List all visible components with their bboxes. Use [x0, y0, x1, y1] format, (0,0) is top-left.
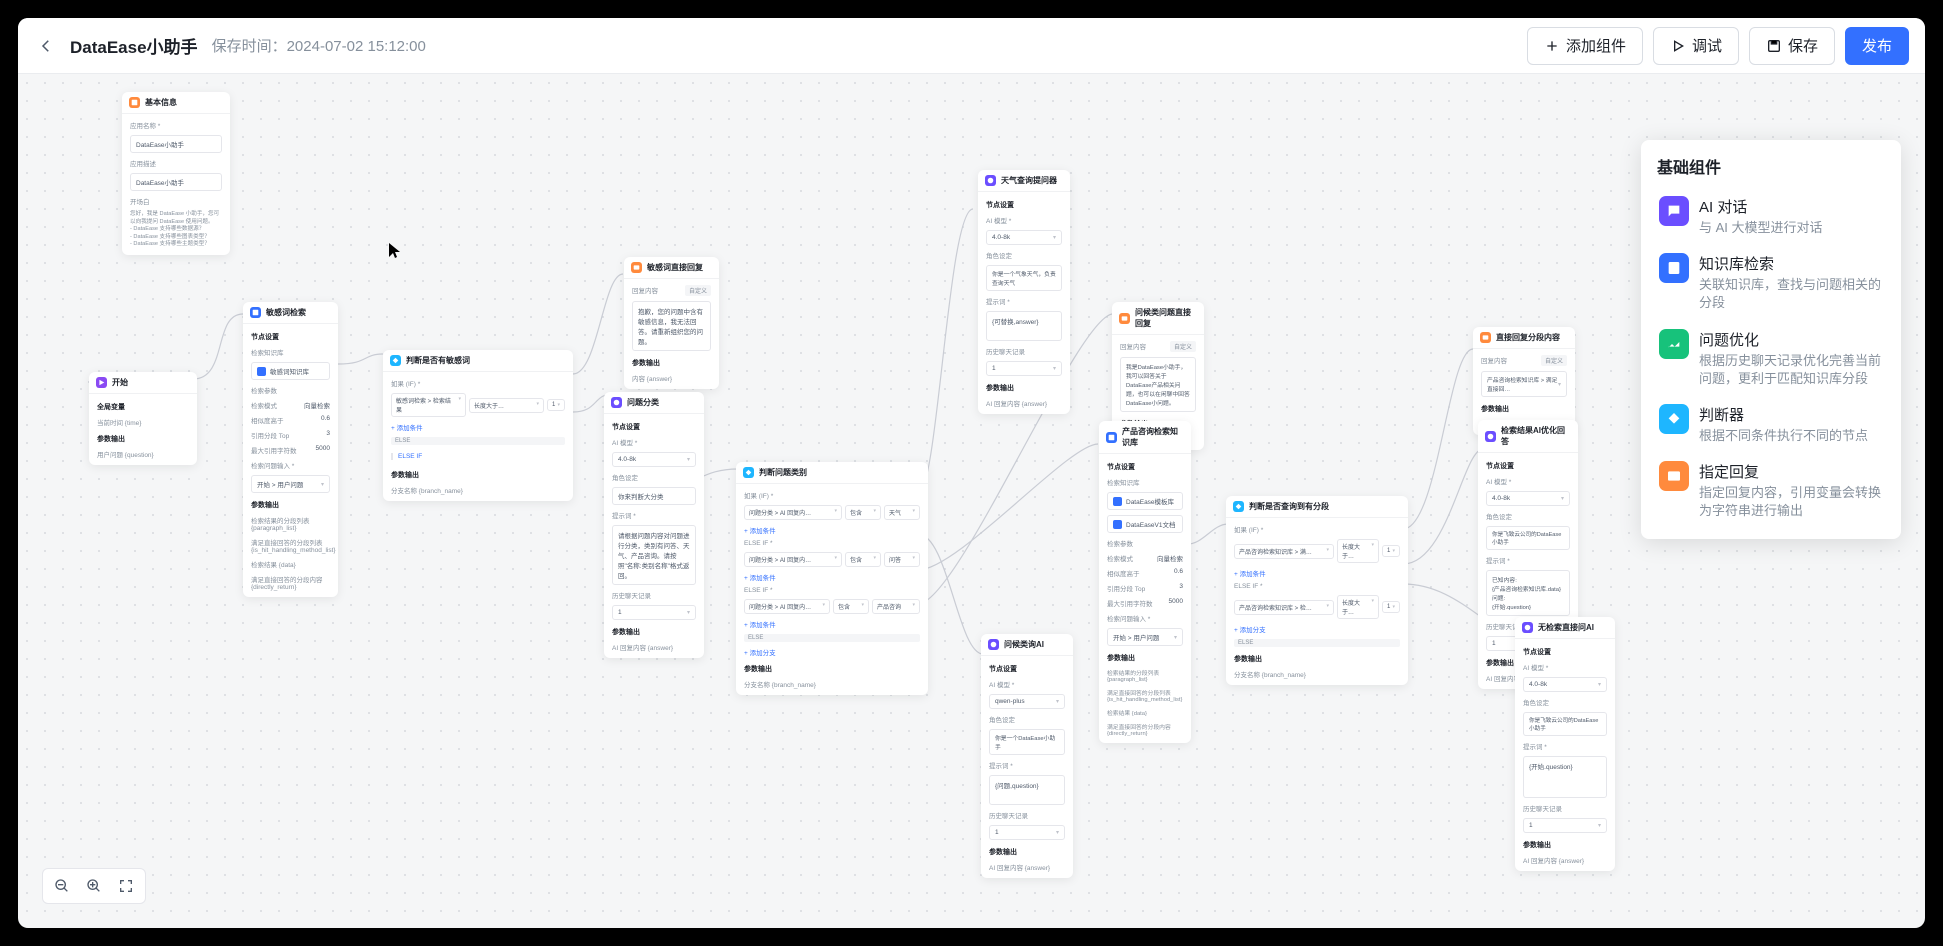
node-classify[interactable]: 问题分类 节点设置 AI 模型 * 4.0-8k 角色设定 你来判断大分类 提示…	[604, 392, 704, 658]
component-panel: 基础组件 AI 对话与 AI 大模型进行对话 知识库检索关联知识库，查找与问题相…	[1641, 140, 1901, 539]
debug-button[interactable]: 调试	[1653, 27, 1739, 65]
reply-icon	[1480, 332, 1491, 343]
zoom-in-icon	[86, 878, 102, 894]
arrow-left-icon	[37, 37, 55, 55]
info-icon	[129, 97, 140, 108]
node-start[interactable]: 开始 全局变量 当前时间 {time} 参数输出 用户问题 {question}	[89, 372, 197, 465]
ai-icon	[1485, 431, 1496, 442]
zoom-in-button[interactable]	[83, 875, 105, 897]
kb-icon	[250, 307, 261, 318]
zoom-controls	[42, 868, 146, 904]
judge-icon	[390, 355, 401, 366]
reply-icon	[1119, 313, 1130, 324]
node-judge-category[interactable]: 判断问题类别 如果 (IF) * 问题分类 > AI 回复内…包含天气 + 添加…	[736, 462, 928, 695]
panel-item-optimize[interactable]: 问题优化根据历史聊天记录优化完善当前问题，更利于匹配知识库分段	[1653, 321, 1889, 396]
node-sensitive-kb[interactable]: 敏感词检索 节点设置 检索知识库 敏感词知识库 检索参数 检索模式向量检索 相似…	[243, 302, 338, 597]
judge-icon	[1659, 404, 1689, 434]
reply-icon	[631, 262, 642, 273]
save-icon	[1766, 38, 1782, 54]
ai-icon	[985, 175, 996, 186]
play-icon	[1670, 38, 1686, 54]
mouse-cursor-icon	[388, 242, 402, 260]
save-button[interactable]: 保存	[1749, 27, 1835, 65]
fit-icon	[118, 878, 134, 894]
panel-item-reply[interactable]: 指定回复指定回复内容，引用变量会转换为字符串进行输出	[1653, 453, 1889, 528]
node-judge-sensitive[interactable]: 判断是否有敏感词 如果 (IF) * 敏感词检索 > 检索结果长度大于…1 + …	[383, 350, 573, 501]
ai-icon	[611, 397, 622, 408]
node-weather[interactable]: 天气查询提问器 节点设置 AI 模型 * 4.0-8k 角色设定 你是一个气象天…	[978, 170, 1070, 414]
flow-canvas[interactable]: 基本信息 应用名称 * DataEase小助手 应用描述 DataEase小助手…	[18, 74, 1925, 928]
publish-button[interactable]: 发布	[1845, 27, 1909, 65]
judge-icon	[743, 467, 754, 478]
start-icon	[96, 377, 107, 388]
kb-icon	[1106, 432, 1117, 443]
panel-title: 基础组件	[1653, 154, 1889, 178]
panel-item-judge[interactable]: 判断器根据不同条件执行不同的节点	[1653, 396, 1889, 453]
panel-item-kb-search[interactable]: 知识库检索关联知识库，查找与问题相关的分段	[1653, 245, 1889, 320]
zoom-out-icon	[54, 878, 70, 894]
node-judge-has-paragraph[interactable]: 判断是否查询到有分段 如果 (IF) * 产品咨询检索知识库 > 满…长度大于……	[1226, 496, 1408, 685]
save-time: 保存时间：2024-07-02 15:12:00	[212, 35, 426, 56]
ai-icon	[1522, 622, 1533, 633]
fit-view-button[interactable]	[115, 875, 137, 897]
node-sensitive-reply[interactable]: 敏感词直接回复 回复内容自定义 抱歉，您的问题中含有敏感信息，我无法回答。请重新…	[624, 257, 719, 389]
zoom-out-button[interactable]	[51, 875, 73, 897]
node-no-kb-ai[interactable]: 无检索直接问AI 节点设置 AI 模型 * 4.0-8k 角色设定 你是飞致云公…	[1515, 617, 1615, 871]
reply-icon	[1659, 461, 1689, 491]
panel-item-ai-chat[interactable]: AI 对话与 AI 大模型进行对话	[1653, 188, 1889, 245]
kb-search-icon	[1659, 253, 1689, 283]
plus-icon	[1544, 38, 1560, 54]
add-component-button[interactable]: 添加组件	[1527, 27, 1643, 65]
node-greet-ai[interactable]: 问候类询AI 节点设置 AI 模型 * qwen-plus 角色设定 你是一个D…	[981, 634, 1073, 878]
app-title: DataEase小助手	[70, 33, 198, 58]
node-direct-reply[interactable]: 直接回复分段内容 回复内容自定义 产品咨询检索知识库 > 满足直接回… 参数输出…	[1473, 327, 1575, 435]
ai-chat-icon	[1659, 196, 1689, 226]
app-header: DataEase小助手 保存时间：2024-07-02 15:12:00 添加组…	[18, 18, 1925, 74]
back-button[interactable]	[34, 34, 58, 58]
optimize-icon	[1659, 329, 1689, 359]
node-product-kb[interactable]: 产品咨询检索知识库 节点设置 检索知识库 DataEase模板库 DataEas…	[1099, 421, 1191, 743]
judge-icon	[1233, 501, 1244, 512]
ai-icon	[988, 639, 999, 650]
node-basic-info[interactable]: 基本信息 应用名称 * DataEase小助手 应用描述 DataEase小助手…	[122, 92, 230, 255]
